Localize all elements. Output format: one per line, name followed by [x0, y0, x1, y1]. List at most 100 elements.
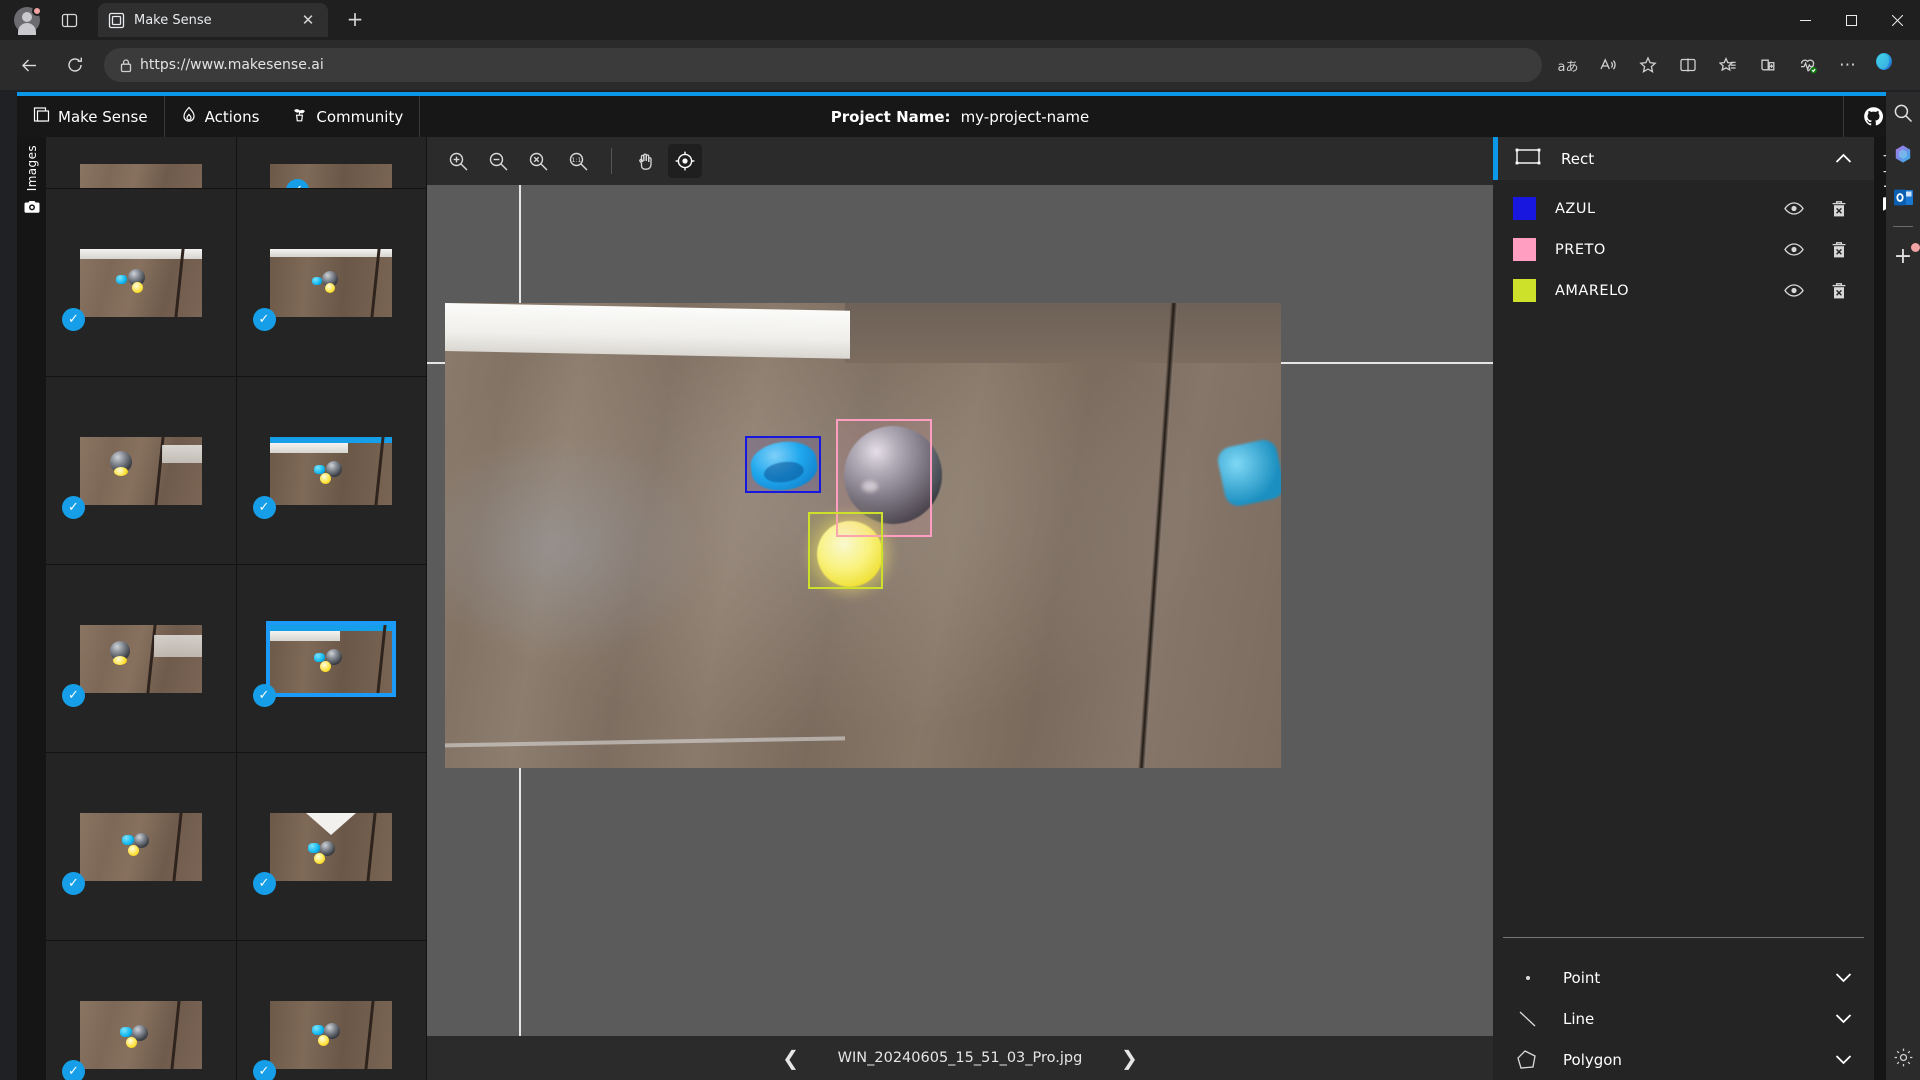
thumbnail-image [80, 625, 202, 693]
browser-tab[interactable]: Make Sense ✕ [98, 3, 328, 37]
read-aloud-icon[interactable] [1592, 49, 1624, 81]
checkmark-icon[interactable]: ✓ [253, 872, 276, 895]
nav-item-actions[interactable]: Actions [165, 96, 276, 137]
trash-delete-icon[interactable] [1826, 282, 1852, 300]
search-icon[interactable] [1890, 100, 1916, 126]
polygon-icon [1515, 1049, 1541, 1071]
checkmark-icon[interactable]: ✓ [62, 496, 85, 519]
pan-hand-icon[interactable] [628, 144, 662, 178]
checkmark-icon[interactable]: ✓ [62, 684, 85, 707]
close-icon[interactable]: ✕ [298, 10, 318, 30]
collections-icon[interactable] [1752, 49, 1784, 81]
chevron-right-icon[interactable]: ❯ [1116, 1046, 1142, 1070]
chevron-left-icon[interactable]: ❮ [778, 1046, 804, 1070]
section-point[interactable]: Point [1493, 957, 1874, 998]
bounding-box-amarelo[interactable] [808, 512, 883, 589]
checkmark-icon[interactable]: ✓ [62, 872, 85, 895]
eye-icon[interactable] [1781, 243, 1807, 256]
svg-text:1:1: 1:1 [571, 157, 581, 164]
label-row-azul[interactable]: AZUL [1493, 188, 1874, 229]
thumbnail-item[interactable]: ✓ [46, 565, 237, 753]
checkmark-icon[interactable]: ✓ [253, 496, 276, 519]
reload-icon[interactable] [58, 48, 92, 82]
labels-panel-header-rect[interactable]: Rect [1493, 137, 1874, 180]
thumbnail-item[interactable]: ✓ [237, 377, 428, 565]
section-line-label: Line [1563, 1010, 1813, 1028]
canvas-viewport[interactable]: x: 88, y: 97 [427, 185, 1493, 1036]
label-row-amarelo[interactable]: AMARELO [1493, 270, 1874, 311]
annotated-image[interactable] [445, 303, 1281, 768]
zoom-one-to-one-icon[interactable]: 1:1 [561, 144, 595, 178]
thumbnail-image [80, 813, 202, 881]
zoom-out-icon[interactable] [481, 144, 515, 178]
trash-delete-icon[interactable] [1826, 241, 1852, 259]
labels-panel-divider [1503, 937, 1864, 938]
browser-essentials-icon[interactable] [1792, 49, 1824, 81]
outlook-icon[interactable] [1890, 184, 1916, 210]
makesense-logo-icon [33, 106, 50, 127]
photo-upper-shade [845, 303, 1281, 363]
checkmark-icon[interactable]: ✓ [253, 684, 276, 707]
thumbnail-item[interactable]: ✓ [46, 189, 237, 377]
chevron-up-icon[interactable] [1835, 150, 1852, 168]
checkmark-icon[interactable]: ✓ [62, 1060, 85, 1080]
nav-label-actions: Actions [205, 108, 260, 126]
thumbnail-item[interactable]: ✓ [46, 941, 237, 1080]
thumbnail-item[interactable]: ✓ [46, 753, 237, 941]
address-bar[interactable]: https://www.makesense.ai [104, 48, 1542, 82]
nav-item-make-sense[interactable]: Make Sense [17, 96, 164, 137]
trash-delete-icon[interactable] [1826, 200, 1852, 218]
lock-icon [112, 58, 140, 73]
thumbnail-image [270, 625, 392, 693]
add-app-icon[interactable]: + [1890, 243, 1916, 269]
translate-icon[interactable]: aあ [1552, 49, 1584, 81]
new-tab-button[interactable]: + [340, 4, 370, 34]
favorites-list-icon[interactable] [1712, 49, 1744, 81]
thumbnail-item[interactable]: ✓ [237, 189, 428, 377]
chevron-down-icon[interactable] [1835, 968, 1852, 987]
back-arrow-icon[interactable] [12, 48, 46, 82]
favorite-star-icon[interactable] [1632, 49, 1664, 81]
checkmark-icon[interactable]: ✓ [253, 1060, 276, 1080]
thumbnail-item[interactable]: ✓ [237, 137, 428, 189]
profile-avatar-icon[interactable] [14, 7, 40, 33]
label-color-swatch [1513, 238, 1536, 261]
window-close-button[interactable] [1874, 0, 1920, 40]
photo-right-object [1215, 437, 1281, 508]
minimize-button[interactable] [1782, 0, 1828, 40]
thumbnail-item[interactable]: ✓ [237, 753, 428, 941]
eye-icon[interactable] [1781, 202, 1807, 215]
split-screen-icon[interactable] [1672, 49, 1704, 81]
maximize-button[interactable] [1828, 0, 1874, 40]
copilot-icon[interactable] [1872, 48, 1906, 82]
thumbnail-item-selected[interactable]: ✓ [237, 565, 428, 753]
nav-label-make-sense: Make Sense [58, 108, 148, 126]
sidebar-tab-images[interactable]: Images [17, 137, 46, 242]
checkmark-icon[interactable]: ✓ [62, 308, 85, 331]
thumbnail-item[interactable]: ✓ [46, 377, 237, 565]
more-options-icon[interactable]: ⋯ [1832, 49, 1864, 81]
section-polygon[interactable]: Polygon [1493, 1039, 1874, 1080]
zoom-fit-icon[interactable] [521, 144, 555, 178]
label-row-preto[interactable]: PRETO [1493, 229, 1874, 270]
thumbnail-item[interactable]: ✓ [237, 941, 428, 1080]
crosshair-icon[interactable] [668, 144, 702, 178]
zoom-in-icon[interactable] [441, 144, 475, 178]
settings-gear-icon[interactable] [1890, 1044, 1916, 1070]
image-thumbnail-list[interactable]: ✓ ✓ [46, 137, 427, 1080]
rect-icon [1515, 147, 1541, 170]
section-line[interactable]: Line [1493, 998, 1874, 1039]
eye-icon[interactable] [1781, 284, 1807, 297]
bounding-box-azul[interactable] [745, 436, 821, 493]
edge-sidebar: + [1886, 92, 1920, 1080]
copilot-icon[interactable] [1890, 142, 1916, 168]
nav-item-community[interactable]: Community [275, 96, 419, 137]
checkmark-icon[interactable]: ✓ [253, 308, 276, 331]
chevron-down-icon[interactable] [1835, 1009, 1852, 1028]
thumbnail-item[interactable] [46, 137, 237, 189]
project-name-value[interactable]: my-project-name [961, 108, 1090, 126]
thumbnail-image [270, 249, 392, 317]
tab-search-icon[interactable] [54, 5, 84, 35]
toolbar-divider [611, 148, 612, 174]
chevron-down-icon[interactable] [1835, 1050, 1852, 1069]
